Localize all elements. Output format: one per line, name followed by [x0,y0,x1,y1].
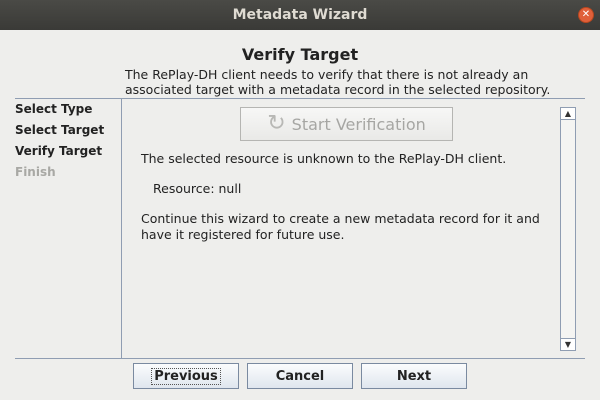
previous-button[interactable]: Previous [133,363,239,389]
close-window-button[interactable]: ✕ [578,7,594,23]
wizard-steps-panel: Select Type Select Target Verify Target … [15,99,122,358]
step-select-target: Select Target [15,123,105,137]
close-icon: ✕ [581,9,591,20]
page-title: Verify Target [241,45,359,64]
bottom-divider [15,358,585,359]
window-titlebar: Metadata Wizard ✕ [0,0,600,30]
step-select-type: Select Type [15,102,93,116]
start-verification-label: Start Verification [291,114,426,134]
step-finish: Finish [15,165,56,179]
next-button[interactable]: Next [361,363,467,389]
scroll-thumb[interactable] [561,120,575,338]
page-description: The RePlay-DH client needs to verify tha… [125,67,551,97]
refresh-icon: ↻ [267,111,286,136]
wizard-content-panel: ↻ Start Verification The selected resour… [123,99,560,358]
cancel-button[interactable]: Cancel [247,363,353,389]
resource-value: Resource: null [153,181,242,196]
start-verification-button[interactable]: ↻ Start Verification [240,107,453,141]
unknown-resource-message: The selected resource is unknown to the … [141,151,507,166]
previous-button-label: Previous [151,367,221,385]
step-verify-target: Verify Target [15,144,103,158]
scroll-down-arrow-icon[interactable]: ▼ [561,338,575,350]
window-title: Metadata Wizard [232,7,368,23]
content-scrollbar[interactable]: ▲ ▼ [560,107,576,351]
scroll-up-arrow-icon[interactable]: ▲ [561,108,575,120]
continue-message: Continue this wizard to create a new met… [141,211,540,242]
